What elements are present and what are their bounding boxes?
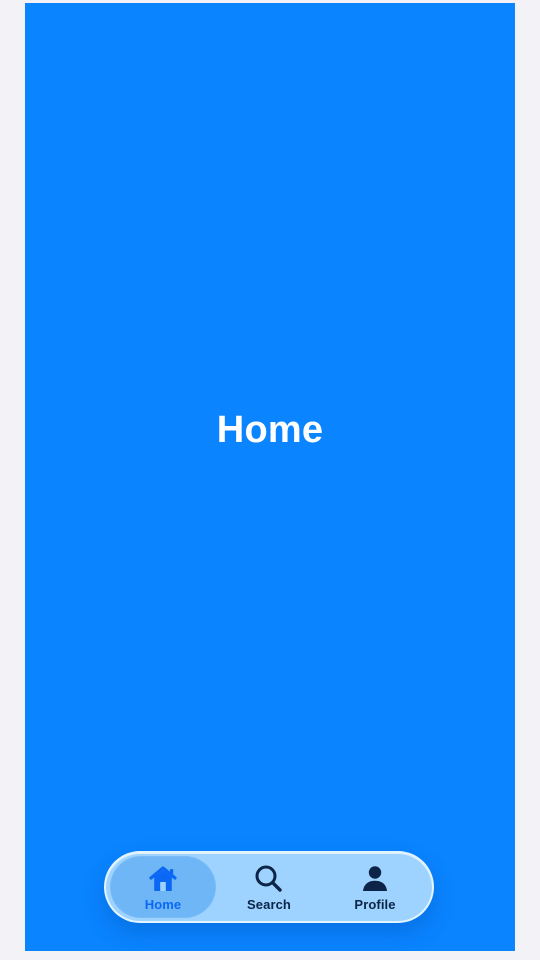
home-icon bbox=[149, 865, 177, 891]
tab-home[interactable]: Home bbox=[110, 856, 216, 918]
tab-profile[interactable]: Profile bbox=[322, 856, 428, 918]
person-icon bbox=[363, 865, 387, 891]
tab-profile-label: Profile bbox=[354, 896, 396, 912]
tab-home-label: Home bbox=[144, 896, 182, 912]
tab-search-label: Search bbox=[247, 896, 291, 912]
tab-search[interactable]: Search bbox=[216, 856, 322, 918]
search-icon bbox=[255, 865, 282, 892]
tab-bar: Home Search Profile bbox=[104, 851, 434, 923]
page-title: Home bbox=[216, 409, 324, 451]
home-screen: Home Home Search Profile bbox=[25, 3, 515, 951]
